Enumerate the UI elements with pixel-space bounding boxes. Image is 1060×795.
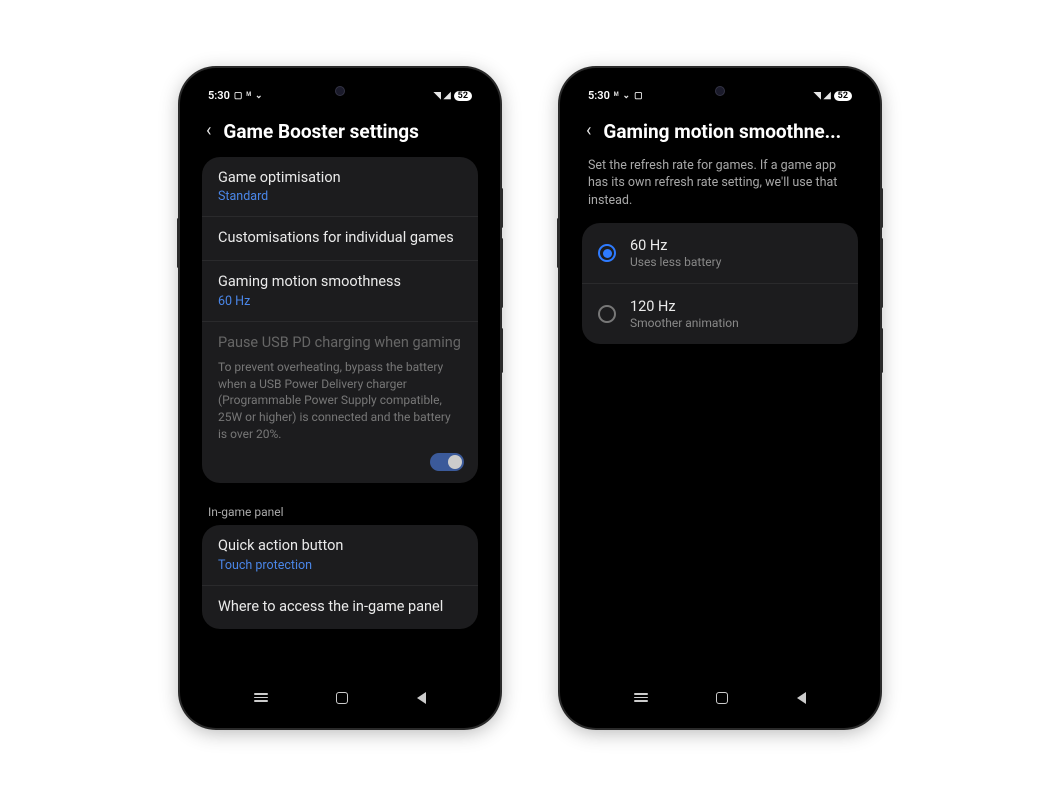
- status-time: 5:30: [208, 89, 230, 102]
- section-header-in-game-panel: In-game panel: [202, 497, 478, 525]
- row-label: Quick action button: [218, 537, 462, 556]
- side-button: [557, 218, 560, 268]
- wifi-icon: ◥: [434, 91, 441, 101]
- option-label: 60 Hz: [630, 237, 721, 254]
- nav-recents-button[interactable]: [254, 693, 268, 702]
- side-button: [500, 188, 503, 228]
- nav-recents-button[interactable]: [634, 693, 648, 702]
- row-value: Standard: [218, 189, 462, 204]
- nav-back-button[interactable]: [797, 692, 806, 704]
- wifi-icon: ◥: [814, 91, 821, 101]
- side-button: [880, 188, 883, 228]
- row-value: Touch protection: [218, 558, 462, 573]
- image-icon: ▢: [634, 91, 643, 101]
- side-button: [177, 218, 180, 268]
- icon: ᴹ: [246, 90, 251, 101]
- option-120hz[interactable]: 120 Hz Smoother animation: [582, 284, 858, 344]
- row-game-optimisation[interactable]: Game optimisation Standard: [202, 157, 478, 218]
- settings-group-2: Quick action button Touch protection Whe…: [202, 525, 478, 629]
- settings-group-1: Game optimisation Standard Customisation…: [202, 157, 478, 483]
- option-sub: Uses less battery: [630, 255, 721, 269]
- row-label: Customisations for individual games: [218, 229, 462, 248]
- camera-notch: [335, 86, 345, 96]
- side-button: [880, 238, 883, 308]
- toggle-usb-pd[interactable]: [430, 453, 464, 471]
- nav-back-button[interactable]: [417, 692, 426, 704]
- row-label: Pause USB PD charging when gaming: [218, 334, 462, 353]
- camera-notch: [715, 86, 725, 96]
- navigation-bar: [570, 682, 870, 718]
- navigation-bar: [190, 682, 490, 718]
- status-time: 5:30: [588, 89, 610, 102]
- page-title: Gaming motion smoothne...: [603, 120, 841, 143]
- row-label: Game optimisation: [218, 169, 462, 188]
- signal-icon: ◢: [824, 91, 831, 101]
- row-usb-pd-charging[interactable]: Pause USB PD charging when gaming To pre…: [202, 322, 478, 483]
- radio-button-selected[interactable]: [598, 244, 616, 262]
- page-description: Set the refresh rate for games. If a gam…: [582, 157, 858, 224]
- header: ‹ Game Booster settings: [202, 108, 478, 157]
- signal-icon: ◢: [444, 91, 451, 101]
- row-value: 60 Hz: [218, 294, 462, 309]
- row-quick-action-button[interactable]: Quick action button Touch protection: [202, 525, 478, 586]
- option-label: 120 Hz: [630, 298, 739, 315]
- radio-button[interactable]: [598, 305, 616, 323]
- battery-level: 52: [834, 91, 852, 101]
- row-label: Gaming motion smoothness: [218, 273, 462, 292]
- row-customisations[interactable]: Customisations for individual games: [202, 217, 478, 261]
- phone-left: 5:30 ▢ ᴹ ⌄ ◥ ◢ 52 ‹ Game Booster setting…: [180, 68, 500, 728]
- icon: ⌄: [255, 91, 263, 101]
- side-button: [500, 328, 503, 373]
- row-label: Where to access the in-game panel: [218, 598, 462, 617]
- row-description: To prevent overheating, bypass the batte…: [218, 359, 462, 443]
- option-60hz[interactable]: 60 Hz Uses less battery: [582, 223, 858, 284]
- row-motion-smoothness[interactable]: Gaming motion smoothness 60 Hz: [202, 261, 478, 322]
- option-sub: Smoother animation: [630, 316, 739, 330]
- toggle-knob: [448, 455, 462, 469]
- back-icon[interactable]: ‹: [206, 122, 211, 140]
- icon: ⌄: [623, 91, 631, 101]
- phone-right: 5:30 ᴹ ⌄ ▢ ◥ ◢ 52 ‹ Gaming motion smooth…: [560, 68, 880, 728]
- battery-level: 52: [454, 91, 472, 101]
- screen-game-booster-settings: 5:30 ▢ ᴹ ⌄ ◥ ◢ 52 ‹ Game Booster setting…: [190, 78, 490, 718]
- row-where-to-access[interactable]: Where to access the in-game panel: [202, 586, 478, 629]
- side-button: [880, 328, 883, 373]
- nav-home-button[interactable]: [336, 692, 348, 704]
- back-icon[interactable]: ‹: [586, 122, 591, 140]
- nav-home-button[interactable]: [716, 692, 728, 704]
- side-button: [500, 238, 503, 308]
- image-icon: ▢: [234, 91, 243, 101]
- icon: ᴹ: [614, 90, 619, 101]
- refresh-rate-options: 60 Hz Uses less battery 120 Hz Smoother …: [582, 223, 858, 344]
- screen-gaming-motion-smoothness: 5:30 ᴹ ⌄ ▢ ◥ ◢ 52 ‹ Gaming motion smooth…: [570, 78, 870, 718]
- page-title: Game Booster settings: [223, 120, 418, 143]
- header: ‹ Gaming motion smoothne...: [582, 108, 858, 157]
